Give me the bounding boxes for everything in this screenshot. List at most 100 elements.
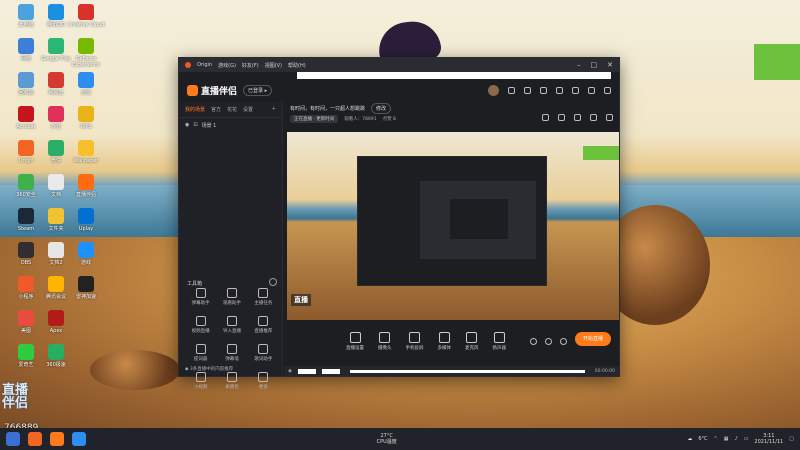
scene-item[interactable]: ◉ ⊡ 场景 1 (179, 118, 282, 133)
close-app-icon[interactable] (604, 86, 611, 94)
clock[interactable]: 3:11 2021/11/11 (754, 433, 783, 445)
tool-icon (195, 288, 206, 298)
control-button[interactable]: 麦克风 (465, 331, 479, 351)
app-icon (48, 38, 64, 54)
desktop-icon[interactable]: Uplay (66, 208, 106, 232)
preview-nested-window-2 (420, 181, 536, 259)
network-icon[interactable]: ▦ (724, 436, 729, 442)
green-widget[interactable] (754, 44, 800, 80)
app-icon (78, 106, 94, 122)
recommend-text[interactable]: ◆ 3条直播中的内容推荐 (185, 366, 233, 372)
menu-view[interactable]: 视图(V) (265, 62, 282, 69)
taskbar-app-icon[interactable] (72, 432, 86, 446)
add-scene-icon[interactable]: + (272, 106, 276, 113)
desktop-icon[interactable]: 迅雷 (66, 72, 106, 96)
desktop-icon[interactable]: 游戏 (66, 242, 106, 266)
desktop-icon-label: GeForce Experience (72, 56, 100, 68)
close-icon[interactable]: ✕ (607, 61, 613, 69)
tool-item[interactable]: 导入直播 (216, 316, 247, 334)
desktop-icon[interactable]: Wallpaper (66, 140, 106, 164)
layout-icon[interactable] (542, 114, 549, 121)
stream-preview[interactable]: 直播 (287, 132, 619, 320)
tool-item[interactable]: 歌词助手 (248, 344, 279, 362)
desktop-icon[interactable]: 雷神加速 (66, 276, 106, 300)
tool-item[interactable]: 视频直播 (185, 316, 216, 334)
monitor-icon[interactable] (574, 114, 581, 121)
tab-my-scenes[interactable]: 我的场景 (185, 106, 205, 113)
menu-origin[interactable]: Origin (197, 62, 212, 68)
volume-icon[interactable]: ♪ (734, 436, 737, 442)
menu-help[interactable]: 帮助(H) (288, 62, 306, 69)
app-icon (48, 72, 64, 88)
stream-status-tag[interactable]: 正在直播 · 更新时间 (290, 115, 339, 123)
account-pill[interactable]: 已登录 ▸ (243, 84, 273, 96)
desktop-icon[interactable]: GeForce Experience (66, 38, 106, 68)
toolbox-more-icon[interactable] (269, 278, 277, 286)
control-button[interactable]: 多媒体 (438, 331, 451, 351)
view-icon[interactable] (545, 337, 552, 345)
app-icon (78, 140, 94, 156)
max-icon[interactable] (588, 86, 595, 94)
tool-item[interactable]: 观看助手 (216, 288, 247, 306)
cloud-icon[interactable]: ☁ (687, 436, 692, 442)
settings-icon[interactable] (540, 86, 547, 94)
desktop-icon[interactable]: Apex (36, 310, 76, 334)
min-icon[interactable] (572, 86, 579, 94)
battery-icon[interactable]: ▭ (744, 436, 749, 442)
tab-settings[interactable]: 设置 (243, 106, 253, 113)
gift-icon[interactable] (524, 86, 531, 94)
menu-games[interactable]: 游戏(G) (218, 62, 236, 69)
chevron-up-icon[interactable]: ⌃ (714, 436, 718, 442)
share-icon[interactable] (590, 114, 597, 121)
desktop-icon-label: 360极速 (46, 362, 66, 368)
start-icon[interactable] (6, 432, 20, 446)
gear-icon[interactable] (560, 337, 567, 345)
control-button[interactable]: 扬声器 (492, 331, 507, 351)
weather-widget[interactable]: 27°C CPU温度 (377, 433, 397, 445)
desktop-icon-label: 迅雷 (80, 90, 91, 96)
tool-item[interactable]: 主播任务 (248, 288, 279, 306)
desktop-icon[interactable]: WPS (66, 106, 106, 130)
weather-desc: CPU温度 (376, 439, 397, 445)
control-bar: 直播设置 摄像头 手机投屏 多媒体 麦克风 扬声器 (284, 328, 619, 354)
record-icon[interactable] (530, 337, 537, 345)
message-icon[interactable] (508, 86, 515, 94)
tool-item[interactable]: 弹幕助手 (185, 288, 216, 306)
live-companion-window[interactable]: Origin 游戏(G) 好友(F) 视图(V) 帮助(H) – □ ✕ 直播伴… (178, 57, 620, 390)
tool-item[interactable]: 更多 (248, 372, 279, 390)
avatar[interactable] (488, 84, 499, 96)
tab-official[interactable]: 官方 (211, 106, 221, 113)
menu-icon[interactable] (556, 86, 563, 94)
control-label: 扬声器 (492, 345, 507, 351)
address-bar[interactable] (297, 72, 611, 79)
taskbar-live-icon[interactable] (50, 432, 64, 446)
layer-icon[interactable] (558, 114, 565, 121)
menu-friends[interactable]: 好友(F) (242, 62, 259, 69)
stream-title-bar: 有时间，有时间，一只超人想跳跳 修改 (284, 102, 619, 114)
desktop-icon[interactable]: 直播伴侣 (66, 174, 106, 198)
tool-item[interactable]: 小视频 (185, 372, 216, 390)
fullscreen-icon[interactable] (606, 114, 613, 121)
minimize-icon[interactable]: – (577, 61, 581, 69)
tool-item[interactable]: 提词器 (185, 344, 216, 362)
status-bar: ◉ 00:00:00 (284, 366, 619, 376)
title-bar[interactable]: Origin 游戏(G) 好友(F) 视图(V) 帮助(H) – □ ✕ (179, 58, 619, 72)
edit-title-button[interactable]: 修改 (371, 102, 392, 114)
lock-icon[interactable]: ⊡ (193, 122, 197, 129)
tool-item[interactable]: 表情包 (216, 372, 247, 390)
origin-logo-icon (185, 62, 191, 68)
control-button[interactable]: 直播设置 (346, 331, 364, 351)
tool-item[interactable]: 直播推荐 (248, 316, 279, 334)
notification-icon[interactable]: ▢ (789, 436, 794, 442)
control-button[interactable]: 摄像头 (378, 331, 392, 351)
stream-title[interactable]: 有时间，有时间，一只超人想跳跳 (290, 105, 365, 112)
taskbar-origin-icon[interactable] (28, 432, 42, 446)
maximize-icon[interactable]: □ (591, 61, 598, 69)
eye-icon[interactable]: ◉ (185, 122, 189, 129)
desktop-icon[interactable]: 360极速 (36, 344, 76, 368)
start-live-button[interactable]: 开始直播 (575, 332, 611, 346)
desktop-icon[interactable]: Creative Cloud (66, 4, 106, 28)
control-button[interactable]: 手机投屏 (406, 331, 424, 351)
tool-item[interactable]: 弹幕墙 (216, 344, 247, 362)
tab-flowers[interactable]: 花花 (227, 106, 237, 113)
